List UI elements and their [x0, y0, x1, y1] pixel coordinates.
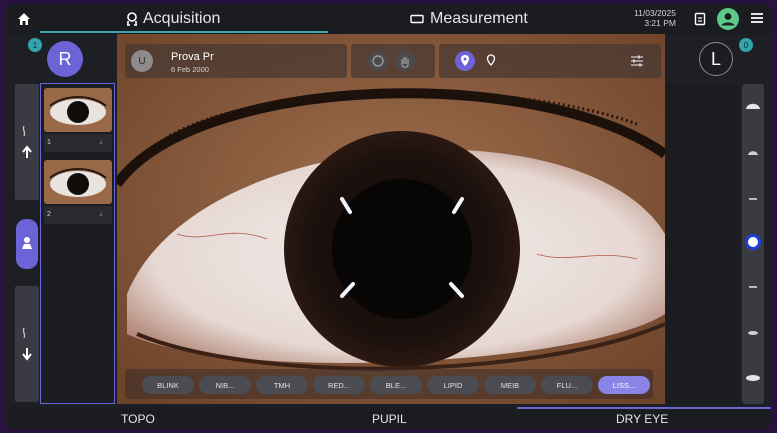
focus-down-button[interactable]: [15, 286, 39, 402]
eye-image-viewport[interactable]: U Prova Pr 6 Feb 2000 BLINK NIB... TMH R…: [117, 34, 665, 404]
pan-tool-button[interactable]: [395, 51, 415, 71]
exam-chip-bar: BLINK NIB... TMH RED... BLE... LIPID MEI…: [125, 369, 653, 399]
right-thumbnail-list: [666, 84, 739, 404]
tab-topo[interactable]: TOPO: [121, 412, 155, 426]
menu-icon[interactable]: [750, 12, 764, 24]
user-account-icon[interactable]: [717, 8, 739, 30]
datetime: 11/03/2025 3:21 PM: [622, 8, 676, 28]
tab-acquisition[interactable]: Acquisition: [126, 10, 220, 28]
date-text: 11/03/2025: [634, 8, 676, 18]
chip-label: RED...: [327, 380, 351, 390]
add-marker-button[interactable]: [455, 51, 475, 71]
thumbnail-index: 2: [47, 211, 51, 218]
thumbnail-index: 1: [47, 139, 51, 146]
active-tab-indicator: [40, 31, 328, 33]
chip-label: BLINK: [157, 380, 179, 390]
tab-acquisition-label: Acquisition: [143, 10, 221, 27]
map-pin-icon: [461, 55, 469, 66]
slider-tick: [749, 198, 757, 200]
thumbnail-image[interactable]: [44, 160, 112, 204]
eye-label-l: L: [710, 48, 721, 69]
rotate-tool-button[interactable]: [368, 51, 388, 71]
left-eye-selector[interactable]: L: [699, 42, 733, 76]
time-text: 3:21 PM: [644, 18, 676, 28]
chip-fluorescein[interactable]: FLU...: [541, 376, 593, 394]
patient-info-panel[interactable]: U Prova Pr 6 Feb 2000: [125, 44, 347, 78]
arrow-down-icon: [22, 327, 32, 361]
home-icon[interactable]: [16, 11, 32, 27]
focus-rail: [15, 84, 39, 402]
chip-nibut[interactable]: NIB...: [199, 376, 251, 394]
acquisition-icon: [127, 12, 137, 26]
pin-outline-icon[interactable]: [483, 53, 499, 69]
tab-measurement-label: Measurement: [430, 10, 528, 27]
chip-label: MEIB: [500, 380, 520, 390]
image-tools-panel: [351, 44, 435, 78]
ruler-icon: [410, 14, 424, 24]
chip-lipid[interactable]: LIPID: [427, 376, 479, 394]
report-icon[interactable]: [694, 12, 706, 26]
badge-count: 0: [743, 40, 749, 50]
chip-blepharitis[interactable]: BLE...: [370, 376, 422, 394]
top-bar: Acquisition Measurement 11/03/2025 3:21 …: [6, 4, 771, 34]
bottom-mode-bar: TOPO PUPIL DRY EYE: [6, 407, 771, 429]
capture-button[interactable]: [16, 219, 38, 269]
tab-dry-eye[interactable]: DRY EYE: [616, 412, 668, 426]
patient-dob: 6 Feb 2000: [171, 65, 209, 74]
chip-label: NIB...: [215, 380, 235, 390]
chip-meib[interactable]: MEIB: [484, 376, 536, 394]
marker-tools-panel: [439, 44, 661, 78]
right-eye-selector[interactable]: R: [47, 41, 83, 77]
chip-label: TMH: [273, 380, 291, 390]
illumination-slider[interactable]: [742, 84, 764, 404]
notification-badge-left: 1: [28, 38, 42, 52]
eye-label-r: R: [58, 48, 72, 69]
sliders-icon[interactable]: [629, 53, 645, 69]
app-window: Acquisition Measurement 11/03/2025 3:21 …: [6, 4, 771, 429]
chip-label: BLE...: [385, 380, 407, 390]
dome-medium-icon: [748, 151, 758, 155]
eye-image: [117, 34, 665, 404]
chip-blink[interactable]: BLINK: [142, 376, 194, 394]
chip-lissamine[interactable]: LISS...: [598, 376, 650, 394]
hand-icon: [401, 57, 409, 68]
patient-name: Prova Pr: [171, 51, 214, 63]
disc-large-icon: [746, 375, 760, 381]
disc-small-icon: [748, 331, 758, 335]
usb-icon[interactable]: ⇣: [98, 206, 104, 224]
tab-pupil[interactable]: PUPIL: [372, 412, 407, 426]
chip-label: LIPID: [443, 380, 463, 390]
slider-thumb[interactable]: [745, 234, 761, 250]
bottom-active-indicator: [517, 407, 771, 409]
patient-avatar-letter: U: [138, 55, 146, 67]
chip-label: FLU...: [556, 380, 578, 390]
tab-measurement[interactable]: Measurement: [410, 10, 528, 28]
patient-avatar: U: [131, 50, 153, 72]
chip-redness[interactable]: RED...: [313, 376, 365, 394]
dome-large-icon: [746, 103, 760, 109]
badge-count: 1: [32, 40, 38, 50]
slider-tick: [749, 286, 757, 288]
capture-thumbnail-list: 1 ⇣ 2 ⇣: [40, 83, 115, 404]
thumbnail-meta: 2 ⇣: [44, 206, 112, 224]
chip-tmh[interactable]: TMH: [256, 376, 308, 394]
focus-up-button[interactable]: [15, 84, 39, 200]
thumbnail-image[interactable]: [44, 88, 112, 132]
notification-badge-right: 0: [739, 38, 753, 52]
capture-icon: [22, 237, 32, 249]
usb-icon[interactable]: ⇣: [98, 134, 104, 152]
rotate-icon: [372, 55, 384, 67]
thumbnail-meta: 1 ⇣: [44, 134, 112, 152]
chip-label: LISS...: [612, 380, 636, 390]
arrow-up-icon: [22, 125, 32, 158]
